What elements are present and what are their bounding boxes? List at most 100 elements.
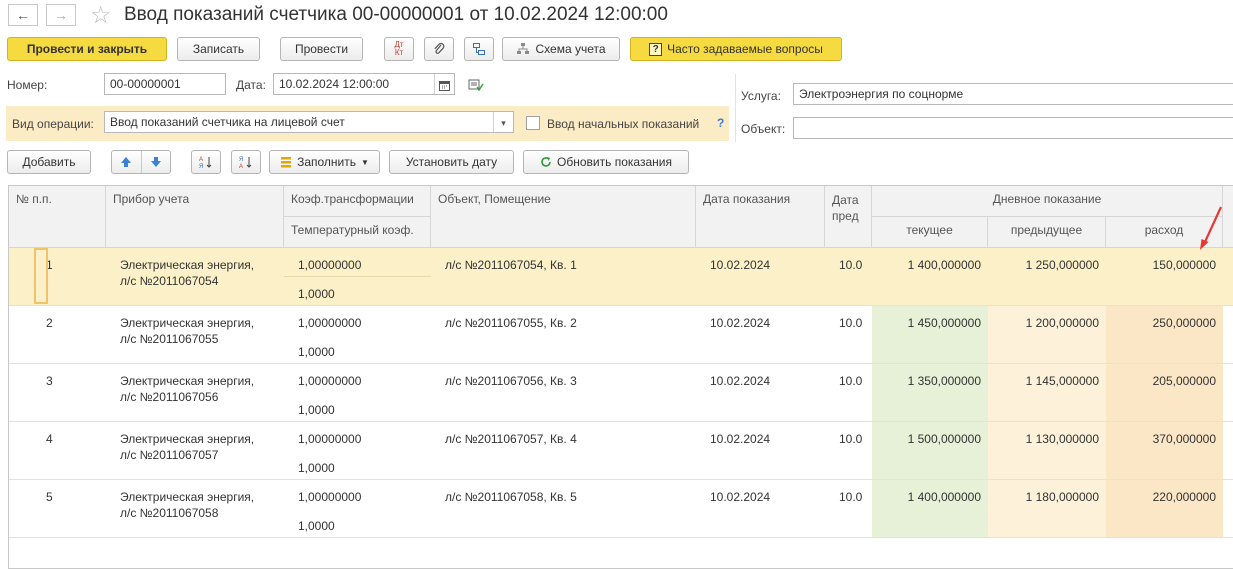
row-device-line1[interactable]: Электрическая энергия,: [113, 374, 261, 388]
col-header-previous[interactable]: предыдущее: [988, 217, 1106, 248]
row-date-prev[interactable]: 10.0: [832, 432, 869, 446]
row-previous[interactable]: 1 200,000000: [988, 316, 1106, 330]
row-date-prev[interactable]: 10.0: [832, 258, 869, 272]
accounting-scheme-button[interactable]: Схема учета: [502, 37, 620, 61]
row-object[interactable]: л/с №2011067054, Кв. 1: [438, 258, 584, 272]
refresh-readings-button[interactable]: Обновить показания: [523, 150, 689, 174]
service-field[interactable]: Электроэнергия по соцнорме: [793, 83, 1233, 105]
structure-button[interactable]: [464, 37, 494, 61]
fill-button[interactable]: Заполнить ▼: [269, 150, 380, 174]
col-header-device[interactable]: Прибор учета: [106, 186, 284, 248]
annotation-arrow-icon: [1200, 206, 1222, 250]
row-current[interactable]: 1 400,000000: [872, 490, 988, 504]
fill-label: Заполнить: [297, 155, 356, 169]
post-button[interactable]: Провести: [280, 37, 363, 61]
number-field[interactable]: 00-00000001: [104, 73, 226, 95]
initial-readings-checkbox[interactable]: [526, 116, 540, 130]
row-date[interactable]: 10.02.2024: [703, 490, 777, 504]
operation-label: Вид операции:: [12, 117, 94, 131]
set-date-button[interactable]: Установить дату: [389, 150, 514, 174]
arrow-right-icon: →: [54, 7, 68, 23]
star-icon[interactable]: ☆: [90, 1, 112, 30]
col-header-object[interactable]: Объект, Помещение: [431, 186, 696, 248]
sort-asc-button[interactable]: АЯ: [191, 150, 221, 174]
save-button[interactable]: Записать: [177, 37, 260, 61]
sort-desc-button[interactable]: ЯА: [231, 150, 261, 174]
object-field[interactable]: [793, 117, 1233, 139]
back-button[interactable]: ←: [8, 4, 38, 26]
row-temp-coef[interactable]: 1,0000: [291, 287, 342, 301]
row-previous[interactable]: 1 145,000000: [988, 374, 1106, 388]
row-device-line2[interactable]: л/с №2011067055: [113, 332, 225, 346]
post-and-close-button[interactable]: Провести и закрыть: [7, 37, 167, 61]
dt-kt-button[interactable]: Дт Кт: [384, 37, 414, 61]
row-coef[interactable]: 1,00000000: [291, 490, 368, 504]
row-consumption[interactable]: 250,000000: [1106, 316, 1223, 330]
forward-button[interactable]: →: [46, 4, 76, 26]
row-previous[interactable]: 1 130,000000: [988, 432, 1106, 446]
col-header-date[interactable]: Дата показания: [696, 186, 825, 248]
row-date[interactable]: 10.02.2024: [703, 374, 777, 388]
row-temp-coef[interactable]: 1,0000: [291, 403, 342, 417]
col-header-num[interactable]: № п.п.: [9, 186, 106, 248]
row-date-prev[interactable]: 10.0: [832, 490, 869, 504]
row-consumption[interactable]: 205,000000: [1106, 374, 1223, 388]
row-temp-coef[interactable]: 1,0000: [291, 345, 342, 359]
row-device-line2[interactable]: л/с №2011067054: [113, 274, 225, 288]
row-num[interactable]: 4: [39, 432, 60, 446]
operation-select[interactable]: Ввод показаний счетчика на лицевой счет …: [104, 111, 514, 133]
row-num[interactable]: 3: [39, 374, 60, 388]
faq-button[interactable]: ? Часто задаваемые вопросы: [630, 37, 842, 61]
calendar-icon[interactable]: [434, 74, 454, 94]
row-device-line2[interactable]: л/с №2011067058: [113, 506, 225, 520]
attach-button[interactable]: [424, 37, 454, 61]
row-previous[interactable]: 1 180,000000: [988, 490, 1106, 504]
move-down-icon[interactable]: [142, 151, 171, 173]
row-device-line2[interactable]: л/с №2011067056: [113, 390, 225, 404]
row-current[interactable]: 1 500,000000: [872, 432, 988, 446]
page-title: Ввод показаний счетчика 00-00000001 от 1…: [124, 4, 668, 25]
row-temp-coef[interactable]: 1,0000: [291, 519, 342, 533]
row-device-line1[interactable]: Электрическая энергия,: [113, 432, 261, 446]
chevron-down-icon[interactable]: ▾: [493, 112, 513, 132]
row-num[interactable]: 5: [39, 490, 60, 504]
date-field[interactable]: 10.02.2024 12:00:00: [273, 73, 455, 95]
row-consumption[interactable]: 220,000000: [1106, 490, 1223, 504]
row-object[interactable]: л/с №2011067056, Кв. 3: [438, 374, 584, 388]
col-header-coef[interactable]: Коэф.трансформации: [284, 186, 431, 217]
chevron-down-icon: ▼: [361, 157, 369, 167]
row-coef[interactable]: 1,00000000: [291, 374, 368, 388]
row-consumption[interactable]: 150,000000: [1106, 258, 1223, 272]
row-date-prev[interactable]: 10.0: [832, 374, 869, 388]
row-consumption[interactable]: 370,000000: [1106, 432, 1223, 446]
row-current[interactable]: 1 350,000000: [872, 374, 988, 388]
col-header-temp-coef[interactable]: Температурный коэф.: [284, 217, 431, 248]
row-device-line2[interactable]: л/с №2011067057: [113, 448, 225, 462]
row-date[interactable]: 10.02.2024: [703, 316, 777, 330]
row-current[interactable]: 1 400,000000: [872, 258, 988, 272]
row-previous[interactable]: 1 250,000000: [988, 258, 1106, 272]
move-up-icon[interactable]: [112, 151, 142, 173]
col-header-current[interactable]: текущее: [872, 217, 988, 248]
row-object[interactable]: л/с №2011067055, Кв. 2: [438, 316, 584, 330]
row-current[interactable]: 1 450,000000: [872, 316, 988, 330]
row-date[interactable]: 10.02.2024: [703, 432, 777, 446]
row-object[interactable]: л/с №2011067057, Кв. 4: [438, 432, 584, 446]
row-device-line1[interactable]: Электрическая энергия,: [113, 316, 261, 330]
row-num[interactable]: 2: [39, 316, 60, 330]
row-coef[interactable]: 1,00000000: [291, 432, 368, 446]
row-object[interactable]: л/с №2011067058, Кв. 5: [438, 490, 584, 504]
document-icon[interactable]: [468, 78, 484, 95]
date-value: 10.02.2024 12:00:00: [279, 77, 390, 91]
row-device-line1[interactable]: Электрическая энергия,: [113, 258, 261, 272]
row-device-line1[interactable]: Электрическая энергия,: [113, 490, 261, 504]
row-temp-coef[interactable]: 1,0000: [291, 461, 342, 475]
help-icon[interactable]: ?: [717, 116, 724, 130]
row-coef[interactable]: 1,00000000: [291, 258, 368, 272]
svg-text:Я: Я: [239, 157, 243, 163]
row-date-prev[interactable]: 10.0: [832, 316, 869, 330]
row-date[interactable]: 10.02.2024: [703, 258, 777, 272]
row-coef[interactable]: 1,00000000: [291, 316, 368, 330]
add-button[interactable]: Добавить: [7, 150, 91, 174]
col-header-date-prev[interactable]: Дата пред: [825, 186, 872, 248]
